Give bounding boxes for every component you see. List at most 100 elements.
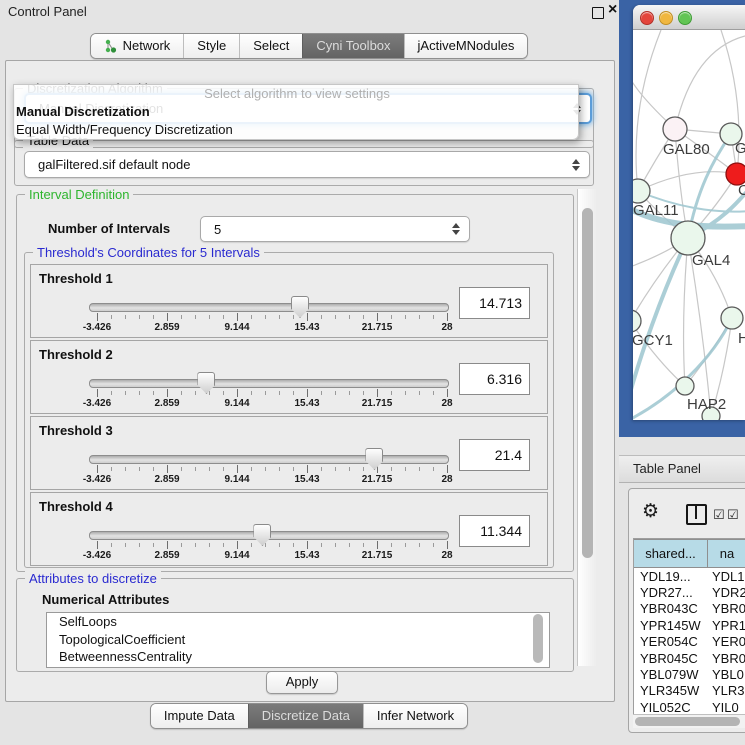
tick-label: 15.43: [294, 322, 319, 333]
network-node-hap2[interactable]: [676, 377, 694, 395]
tab-network[interactable]: Network: [91, 34, 184, 58]
tick-mark: [279, 315, 280, 319]
table-cell-shared-name[interactable]: YIL052C: [634, 700, 707, 715]
table-cell-name[interactable]: YDL1: [707, 569, 745, 584]
close-traffic-light-icon[interactable]: [640, 11, 654, 25]
table-cell-shared-name[interactable]: YLR345W: [634, 683, 707, 698]
tick-mark: [405, 543, 406, 547]
tick-mark: [321, 391, 322, 395]
table-cell-shared-name[interactable]: YBR045C: [634, 651, 707, 666]
numerical-attributes-list[interactable]: SelfLoopsTopologicalCoefficientBetweenne…: [46, 612, 550, 668]
threshold-value-field[interactable]: 11.344: [459, 515, 530, 547]
column-header-name[interactable]: na: [708, 539, 745, 568]
table-cell-name[interactable]: YLR3: [707, 683, 745, 698]
table-row[interactable]: YBR043CYBR0: [634, 601, 745, 617]
tick-mark: [265, 467, 266, 471]
tick-mark: [293, 543, 294, 547]
network-node-gal11[interactable]: [633, 179, 650, 203]
table-row[interactable]: YER054CYER0: [634, 634, 745, 650]
table-cell-shared-name[interactable]: YBR043C: [634, 601, 707, 616]
table-cell-name[interactable]: YER0: [707, 634, 745, 649]
node-label: HAP2: [687, 396, 726, 413]
table-cell-name[interactable]: YDR2: [707, 585, 745, 600]
tick-mark: [335, 391, 336, 395]
network-window-titlebar[interactable]: [633, 5, 745, 30]
tick-mark: [419, 543, 420, 547]
tick-label: 21.715: [362, 474, 393, 485]
gear-icon[interactable]: ⚙: [642, 500, 659, 523]
table-cell-name[interactable]: YBL0: [707, 667, 745, 682]
table-cell-name[interactable]: YIL0: [707, 700, 745, 715]
tick-mark: [279, 467, 280, 471]
tick-mark: [195, 391, 196, 395]
table-row[interactable]: YBL079WYBL0: [634, 666, 745, 682]
threshold-value-field[interactable]: 14.713: [459, 287, 530, 319]
tick-mark: [195, 543, 196, 547]
tab-infer-network[interactable]: Infer Network: [363, 704, 467, 728]
close-icon[interactable]: ×: [608, 1, 617, 19]
table-row[interactable]: YDR27...YDR2: [634, 584, 745, 600]
slider-track[interactable]: [89, 455, 449, 464]
table-row[interactable]: YDL19...YDL1: [634, 568, 745, 584]
slider-track[interactable]: [89, 379, 449, 388]
table-cell-shared-name[interactable]: YER054C: [634, 634, 707, 649]
dropdown-option-manual[interactable]: Manual Discretization: [14, 103, 578, 121]
table-hscrollbar-thumb[interactable]: [635, 717, 740, 726]
network-icon: [104, 39, 118, 53]
table-cell-shared-name[interactable]: YPR145W: [634, 618, 707, 633]
tick-mark: [433, 467, 434, 471]
table-row[interactable]: YPR145WYPR1: [634, 617, 745, 633]
tab-impute-data[interactable]: Impute Data: [151, 704, 248, 728]
zoom-traffic-light-icon[interactable]: [678, 11, 692, 25]
tick-mark: [139, 391, 140, 395]
table-row[interactable]: YLR345WYLR3: [634, 683, 745, 699]
tab-style[interactable]: Style: [183, 34, 239, 58]
minimize-traffic-light-icon[interactable]: [659, 11, 673, 25]
column-header-shared[interactable]: shared...: [634, 539, 708, 568]
tick-label: 28: [441, 550, 452, 561]
settings-scrollbar[interactable]: [577, 189, 597, 666]
table-hscrollbar[interactable]: [633, 714, 745, 728]
network-node-gal80[interactable]: [663, 117, 687, 141]
tab-label: Style: [197, 38, 226, 53]
checkbox-icon[interactable]: ☑: [727, 507, 739, 523]
node-attribute-table: shared... na YDL19...YDL1YDR27...YDR2YBR…: [633, 538, 745, 715]
tab-jactivemnodules[interactable]: jActiveMNodules: [404, 34, 528, 58]
split-columns-icon[interactable]: [686, 504, 707, 525]
threshold-label: Threshold 2: [39, 347, 113, 362]
table-cell-name[interactable]: YBR0: [707, 651, 745, 666]
number-of-intervals-value: 5: [201, 222, 448, 237]
slider-track[interactable]: [89, 303, 449, 312]
network-node-h[interactable]: [721, 307, 743, 329]
table-cell-name[interactable]: YPR1: [707, 618, 745, 633]
table-cell-shared-name[interactable]: YBL079W: [634, 667, 707, 682]
tick-mark: [139, 467, 140, 471]
number-of-intervals-label: Number of Intervals: [48, 221, 170, 236]
table-cell-shared-name[interactable]: YDL19...: [634, 569, 707, 584]
float-window-icon[interactable]: [592, 7, 604, 19]
checkbox-icon[interactable]: ☑: [713, 507, 725, 523]
attribute-list-item[interactable]: BetweennessCentrality: [47, 648, 549, 666]
table-cell-name[interactable]: YBR0: [707, 601, 745, 616]
attribute-list-item[interactable]: TopologicalCoefficient: [47, 631, 549, 649]
table-data-combo[interactable]: galFiltered.sif default node: [24, 151, 590, 178]
apply-button[interactable]: Apply: [266, 671, 338, 694]
tab-discretize-data[interactable]: Discretize Data: [248, 704, 363, 728]
table-row[interactable]: YBR045CYBR0: [634, 650, 745, 666]
control-panel-title: Control Panel: [8, 4, 87, 19]
network-canvas[interactable]: GAL80 GA C GAL11 GAL4 GCY1 H HAP2: [633, 30, 745, 420]
tick-mark: [139, 315, 140, 319]
dropdown-option-equal-width[interactable]: Equal Width/Frequency Discretization: [14, 121, 578, 139]
threshold-value-field[interactable]: 21.4: [459, 439, 530, 471]
tab-select[interactable]: Select: [239, 34, 302, 58]
table-cell-shared-name[interactable]: YDR27...: [634, 585, 707, 600]
tick-mark: [321, 467, 322, 471]
settings-scrollbar-thumb[interactable]: [582, 208, 593, 558]
attributes-scrollbar-thumb[interactable]: [533, 614, 543, 663]
threshold-value-field[interactable]: 6.316: [459, 363, 530, 395]
network-node-gal4[interactable]: [671, 221, 705, 255]
network-node-gcy1[interactable]: [633, 310, 641, 332]
tab-cyni-toolbox[interactable]: Cyni Toolbox: [302, 34, 403, 58]
attribute-list-item[interactable]: SelfLoops: [47, 613, 549, 631]
number-of-intervals-combo[interactable]: 5: [200, 216, 470, 242]
